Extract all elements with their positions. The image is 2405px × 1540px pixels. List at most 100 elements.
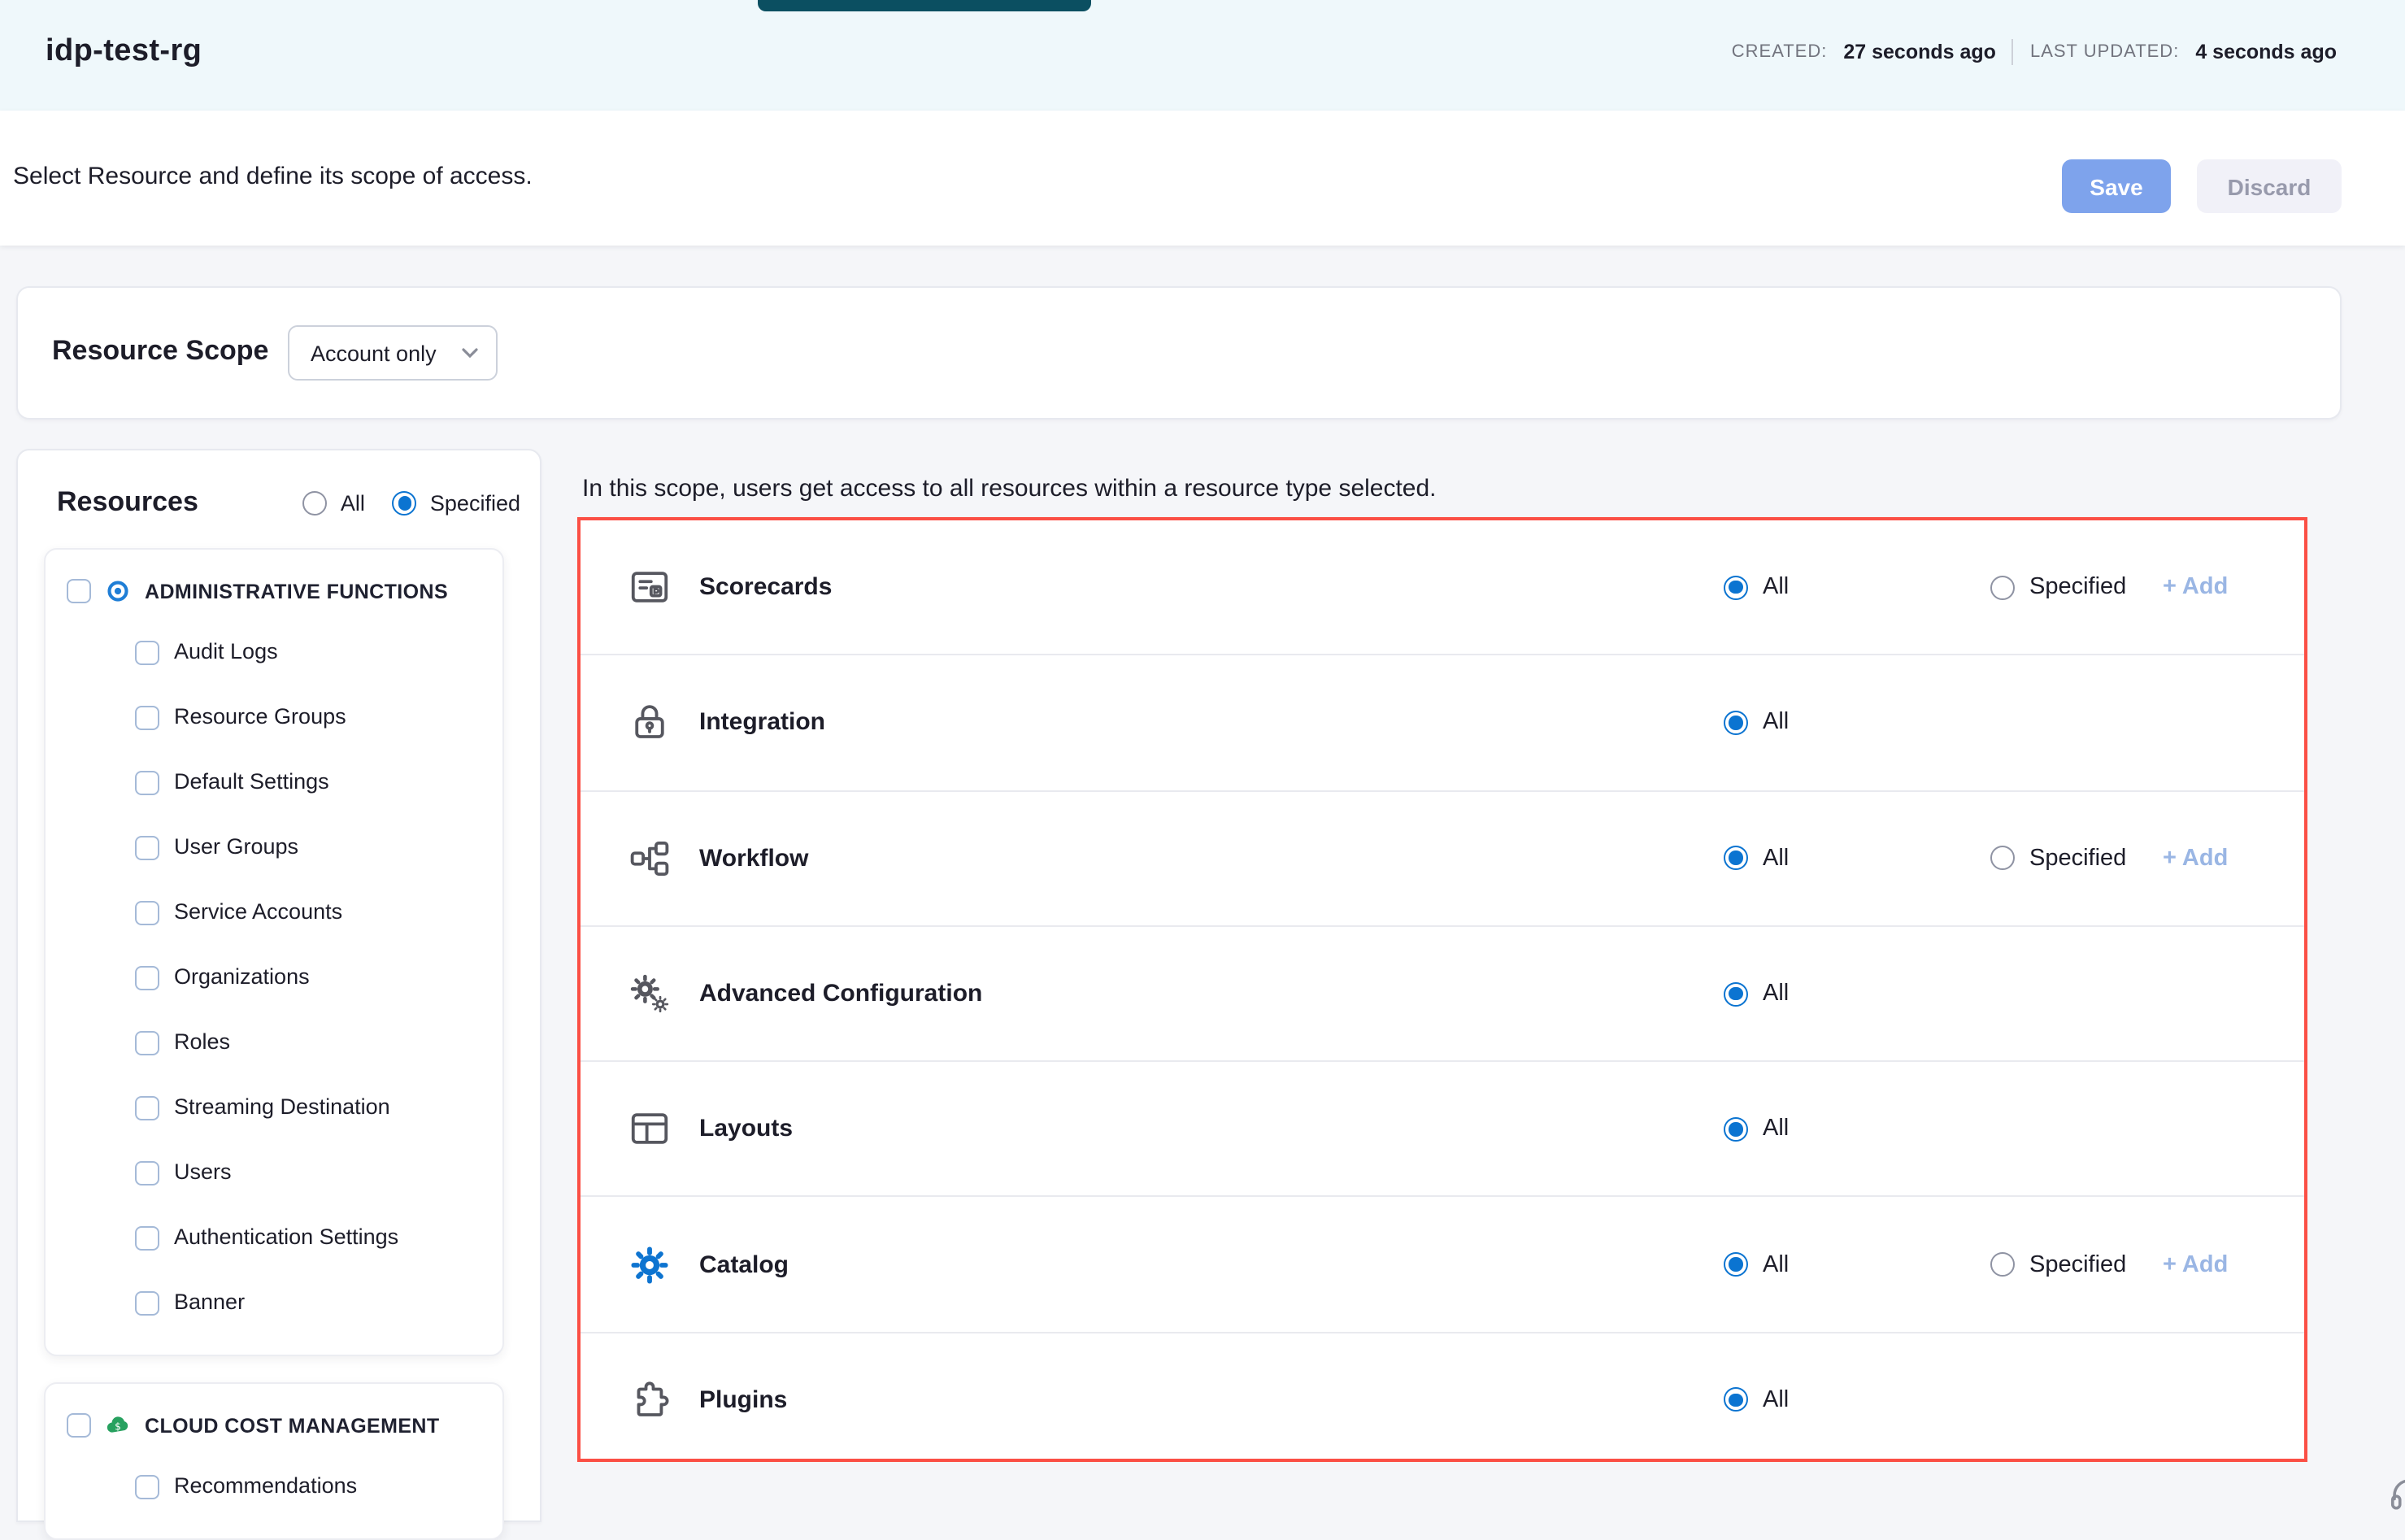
tree-item-label: Authentication Settings <box>174 1225 398 1251</box>
support-headset-icon[interactable] <box>2387 1473 2405 1517</box>
resources-mode-radios: All Specified <box>303 491 520 516</box>
catalog-icon <box>628 1242 672 1286</box>
group-label: CLOUD COST MANAGEMENT <box>145 1414 440 1437</box>
add-button[interactable]: + Add <box>2163 1251 2228 1277</box>
tree-item-user-groups[interactable]: User Groups <box>46 815 502 880</box>
svg-text:$: $ <box>115 1421 121 1433</box>
tree-item-label: Streaming Destination <box>174 1094 390 1120</box>
add-button[interactable]: + Add <box>2163 845 2228 871</box>
specified-radio[interactable]: Specified <box>1990 574 2126 600</box>
radio-icon <box>1990 575 2015 599</box>
specified-radio[interactable]: Specified <box>1990 1251 2126 1277</box>
top-accent-pill <box>758 0 1091 11</box>
checkbox-icon <box>135 900 159 924</box>
add-button[interactable]: + Add <box>2163 574 2228 600</box>
toolbar-description: Select Resource and define its scope of … <box>13 163 533 190</box>
tree-item-resource-groups[interactable]: Resource Groups <box>46 685 502 750</box>
tree-item-label: Organizations <box>174 964 310 990</box>
all-label: All <box>1763 845 1789 871</box>
all-label: All <box>1763 1116 1789 1142</box>
tree-item-label: Service Accounts <box>174 899 342 925</box>
advanced-configuration-icon <box>628 972 672 1016</box>
group-checkbox[interactable] <box>67 1413 91 1438</box>
group-label: ADMINISTRATIVE FUNCTIONS <box>145 580 448 603</box>
plugins-icon <box>628 1378 672 1422</box>
resource-type-name: Workflow <box>699 844 808 872</box>
layouts-icon <box>628 1107 672 1151</box>
created-value: 27 seconds ago <box>1843 41 1996 63</box>
all-radio[interactable]: All <box>1724 574 1789 600</box>
all-radio[interactable]: All <box>1724 1251 1789 1277</box>
checkbox-icon <box>135 835 159 859</box>
resources-all-radio[interactable]: All <box>303 491 365 516</box>
all-radio[interactable]: All <box>1724 981 1789 1007</box>
updated-label: LAST UPDATED: <box>2030 42 2179 62</box>
tree-item-label: User Groups <box>174 834 298 860</box>
checkbox-icon <box>135 770 159 794</box>
tree-item-audit-logs[interactable]: Audit Logs <box>46 620 502 685</box>
page-title: idp-test-rg <box>46 34 202 70</box>
all-radio[interactable]: All <box>1724 1116 1789 1142</box>
radio-icon <box>1990 1252 2015 1277</box>
radio-icon <box>1724 981 1748 1006</box>
checkbox-icon <box>135 1474 159 1499</box>
row-scorecards: Scorecards All Specified + Add <box>581 520 2304 655</box>
workflow-icon <box>628 836 672 880</box>
resource-type-name: Integration <box>699 709 825 737</box>
checkbox-icon <box>135 1290 159 1315</box>
specified-label: Specified <box>2029 574 2126 600</box>
all-label: All <box>1763 574 1789 600</box>
radio-icon <box>1724 1388 1748 1412</box>
resource-scope-label: Resource Scope <box>52 335 268 368</box>
all-label: All <box>1763 981 1789 1007</box>
tree-item-label: Recommendations <box>174 1473 357 1499</box>
tree-group-header: ADMINISTRATIVE FUNCTIONS <box>46 559 502 620</box>
all-radio[interactable]: All <box>1724 845 1789 871</box>
radio-icon <box>393 491 417 516</box>
resource-scope-card: Resource Scope Account only <box>16 286 2342 420</box>
group-checkbox[interactable] <box>67 579 91 603</box>
resource-type-name: Plugins <box>699 1386 787 1414</box>
checkbox-icon <box>135 1030 159 1055</box>
integration-icon <box>628 701 672 745</box>
specified-radio[interactable]: Specified <box>1990 845 2126 871</box>
tree-item-default-settings[interactable]: Default Settings <box>46 750 502 815</box>
all-radio[interactable]: All <box>1724 1387 1789 1413</box>
radio-icon <box>1724 1252 1748 1277</box>
tree-item-service-accounts[interactable]: Service Accounts <box>46 880 502 945</box>
row-workflow: Workflow All Specified + Add <box>581 790 2304 925</box>
radio-icon <box>1724 575 1748 599</box>
resource-type-name: Advanced Configuration <box>699 980 982 1007</box>
discard-button[interactable]: Discard <box>2197 159 2342 213</box>
all-label: All <box>1763 1251 1789 1277</box>
meta-divider <box>2012 39 2014 65</box>
resource-scope-dropdown[interactable]: Account only <box>288 325 498 381</box>
tree-item-label: Roles <box>174 1029 230 1055</box>
specified-label: Specified <box>2029 1251 2126 1277</box>
checkbox-icon <box>135 705 159 729</box>
tree-item-users[interactable]: Users <box>46 1140 502 1205</box>
tree-item-recommendations[interactable]: Recommendations <box>46 1454 502 1519</box>
scope-description: In this scope, users get access to all r… <box>582 475 1437 502</box>
tree-item-authentication-settings[interactable]: Authentication Settings <box>46 1205 502 1270</box>
tree-item-streaming-destination[interactable]: Streaming Destination <box>46 1075 502 1140</box>
row-advanced-configuration: Advanced Configuration All <box>581 925 2304 1061</box>
tree-item-organizations[interactable]: Organizations <box>46 945 502 1010</box>
resource-group-page: idp-test-rg CREATED: 27 seconds ago LAST… <box>0 0 2405 1498</box>
resources-specified-label: Specified <box>430 491 520 516</box>
radio-icon <box>1724 1117 1748 1142</box>
meta-info: CREATED: 27 seconds ago LAST UPDATED: 4 … <box>1732 39 2337 65</box>
tree-item-banner[interactable]: Banner <box>46 1270 502 1335</box>
resources-all-label: All <box>341 491 365 516</box>
radio-icon <box>303 491 328 516</box>
save-button[interactable]: Save <box>2062 159 2171 213</box>
tree-item-roles[interactable]: Roles <box>46 1010 502 1075</box>
tree-item-label: Resource Groups <box>174 704 346 730</box>
all-radio[interactable]: All <box>1724 710 1789 736</box>
resources-specified-radio[interactable]: Specified <box>393 491 520 516</box>
tree-item-label: Audit Logs <box>174 639 278 665</box>
resource-scope-value: Account only <box>311 341 437 365</box>
updated-value: 4 seconds ago <box>2195 41 2337 63</box>
toolbar: Select Resource and define its scope of … <box>0 111 2405 246</box>
checkbox-icon <box>135 640 159 664</box>
